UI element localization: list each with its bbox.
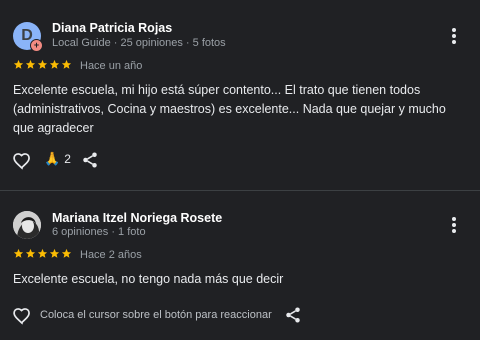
reviewer-meta: 6 opiniones · 1 foto (52, 226, 146, 238)
star-icon (13, 59, 24, 70)
review-card: Mariana Itzel Noriega Rosete 6 opiniones… (0, 191, 480, 340)
star-rating (13, 248, 72, 259)
star-icon (25, 59, 36, 70)
reaction-count: 2 (64, 152, 71, 166)
star-icon (61, 59, 72, 70)
reviewer-meta: Local Guide · 25 opiniones · 5 fotos (52, 37, 226, 49)
local-guide-badge-icon: + (30, 39, 43, 52)
avatar[interactable]: D + (13, 22, 43, 52)
review-date: Hace 2 años (80, 249, 142, 261)
star-icon (25, 248, 36, 259)
star-icon (13, 248, 24, 259)
review-text: Excelente escuela, mi hijo está súper co… (13, 83, 446, 135)
star-rating (13, 59, 72, 70)
like-button[interactable] (12, 151, 32, 176)
heart-outline-icon (13, 308, 30, 325)
praying-hands-emoji: 🙏 (44, 151, 61, 166)
reviewer-name[interactable]: Diana Patricia Rojas (52, 21, 172, 35)
reaction-hover-hint: Coloca el cursor sobre el botón para rea… (40, 309, 272, 321)
share-button[interactable] (284, 306, 302, 329)
avatar-photo (13, 211, 41, 239)
review-date: Hace un año (80, 60, 143, 72)
more-vert-icon[interactable] (448, 216, 460, 234)
share-icon (83, 152, 97, 168)
avatar[interactable] (13, 211, 41, 239)
share-button[interactable] (81, 151, 99, 174)
share-icon (286, 307, 300, 323)
review-card: D + Diana Patricia Rojas Local Guide · 2… (0, 0, 480, 190)
heart-outline-icon (13, 153, 30, 170)
reviewer-name[interactable]: Mariana Itzel Noriega Rosete (52, 211, 222, 225)
star-icon (49, 59, 60, 70)
star-icon (49, 248, 60, 259)
more-vert-icon[interactable] (448, 27, 460, 45)
like-button[interactable] (12, 306, 32, 331)
review-text: Excelente escuela, no tengo nada más que… (13, 272, 284, 286)
star-icon (37, 59, 48, 70)
star-icon (61, 248, 72, 259)
star-icon (37, 248, 48, 259)
reaction-chip[interactable]: 🙏 2 (44, 151, 71, 167)
